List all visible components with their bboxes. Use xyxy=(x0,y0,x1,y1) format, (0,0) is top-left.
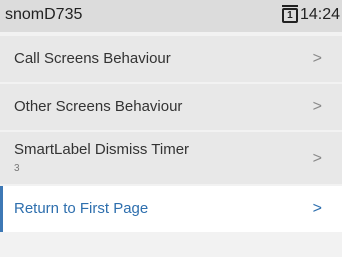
line-indicator-icon: 1 xyxy=(281,4,298,23)
menu-item-call-screens-behaviour[interactable]: Call Screens Behaviour > xyxy=(0,36,342,82)
menu-item-label: SmartLabel Dismiss Timer xyxy=(14,141,190,158)
device-name: snomD735 xyxy=(5,6,83,23)
status-right: 1 14:24 xyxy=(281,4,340,24)
chevron-right-icon: > xyxy=(312,50,322,67)
menu-item-smartlabel-dismiss-timer[interactable]: SmartLabel Dismiss Timer 3 > xyxy=(0,132,342,184)
menu-item-label: Return to First Page xyxy=(14,200,149,217)
menu-item-label: Call Screens Behaviour xyxy=(14,50,171,67)
chevron-right-icon: > xyxy=(312,98,322,115)
chevron-right-icon: > xyxy=(312,150,322,167)
menu-item-label: Other Screens Behaviour xyxy=(14,98,183,115)
chevron-right-icon: > xyxy=(312,200,322,217)
settings-menu: Call Screens Behaviour > Other Screens B… xyxy=(0,36,342,234)
status-bar: snomD735 1 14:24 xyxy=(0,0,342,32)
clock: 14:24 xyxy=(299,6,340,23)
menu-item-value: 3 xyxy=(14,163,20,174)
menu-item-other-screens-behaviour[interactable]: Other Screens Behaviour > xyxy=(0,84,342,130)
menu-item-return-to-first-page[interactable]: Return to First Page > xyxy=(0,186,342,232)
phone-screen: snomD735 1 14:24 Call Screens Behaviour … xyxy=(0,0,342,257)
